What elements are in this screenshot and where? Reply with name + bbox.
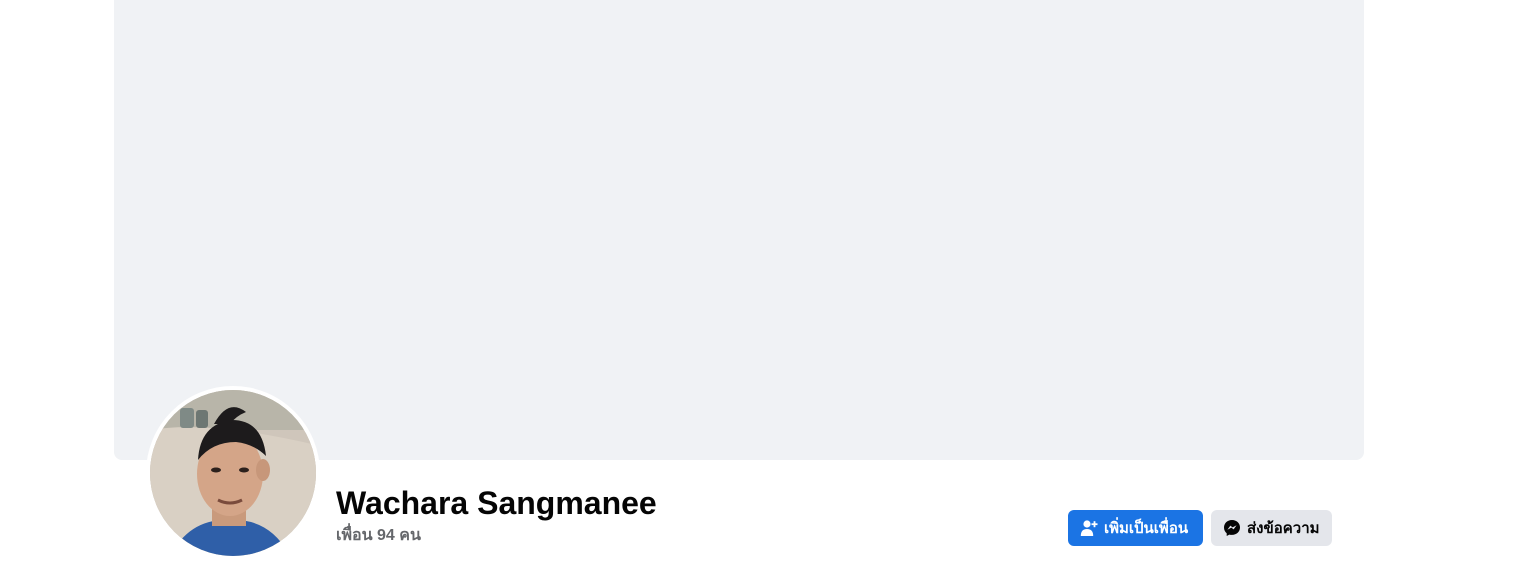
profile-page: Wachara Sangmanee เพื่อน 94 คน เพิ่มเป็น… <box>0 0 1539 571</box>
add-friend-button[interactable]: เพิ่มเป็นเพื่อน <box>1068 510 1203 546</box>
message-button[interactable]: ส่งข้อความ <box>1211 510 1332 546</box>
add-friend-label: เพิ่มเป็นเพื่อน <box>1104 520 1189 537</box>
profile-picture-frame[interactable] <box>146 386 320 560</box>
friend-count[interactable]: เพื่อน 94 คน <box>336 526 421 546</box>
message-label: ส่งข้อความ <box>1247 520 1320 537</box>
messenger-icon <box>1223 519 1241 537</box>
add-friend-icon <box>1080 519 1098 537</box>
profile-name: Wachara Sangmanee <box>336 485 657 521</box>
cover-photo[interactable] <box>114 0 1364 460</box>
profile-photo-image <box>150 390 316 556</box>
profile-picture[interactable] <box>150 390 316 556</box>
